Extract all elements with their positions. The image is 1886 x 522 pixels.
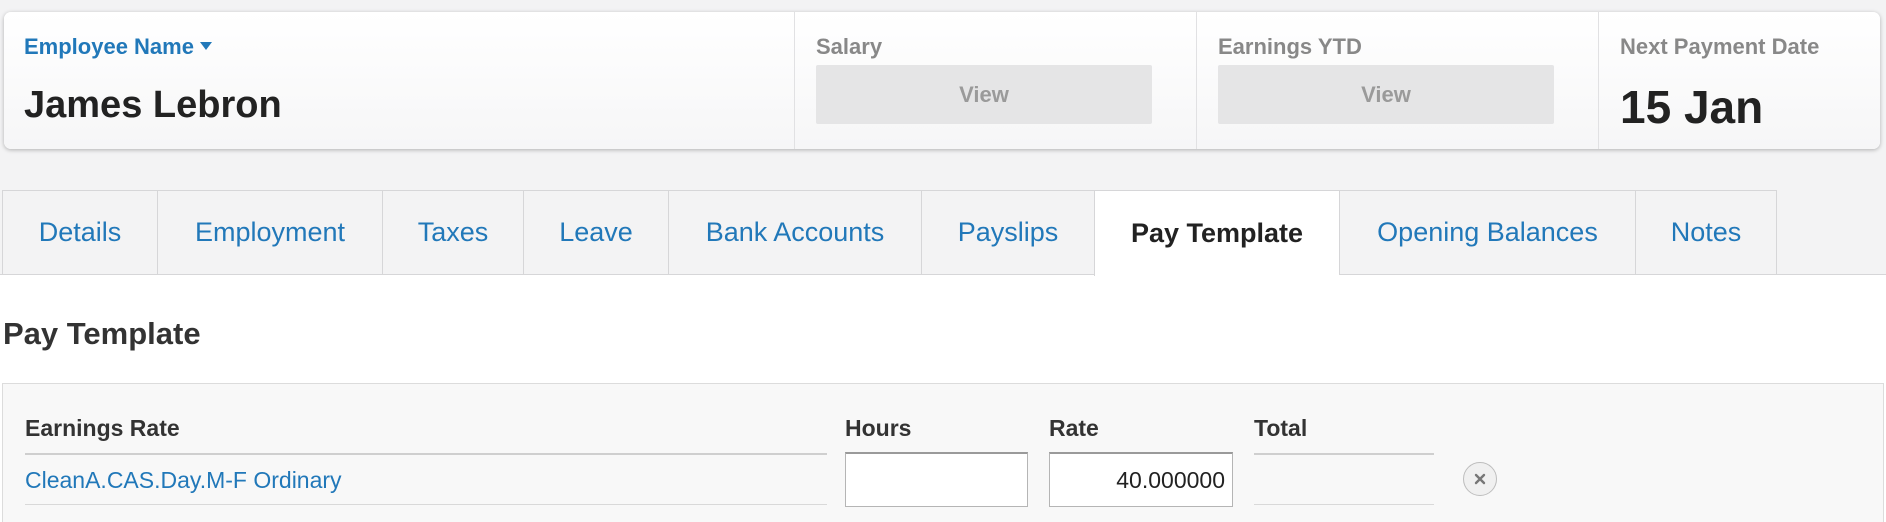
caret-down-icon xyxy=(199,42,212,50)
tab-details[interactable]: Details xyxy=(2,190,157,275)
salary-label: Salary xyxy=(816,34,883,59)
tab-taxes[interactable]: Taxes xyxy=(382,190,523,275)
tab-employment[interactable]: Employment xyxy=(157,190,382,275)
employee-name-section: Employee Name James Lebron xyxy=(4,12,795,149)
tab-notes[interactable]: Notes xyxy=(1635,190,1777,275)
earnings-rate-link[interactable]: CleanA.CAS.Day.M-F Ordinary xyxy=(25,467,342,494)
tab-opening-balances[interactable]: Opening Balances xyxy=(1339,190,1635,275)
salary-section: Salary View xyxy=(795,12,1197,149)
close-icon xyxy=(1474,473,1486,485)
row-divider xyxy=(25,504,827,505)
rate-header: Rate xyxy=(1049,415,1099,441)
next-payment-date: 15 Jan xyxy=(1620,81,1764,133)
tab-pay-template[interactable]: Pay Template xyxy=(1094,190,1339,276)
earnings-rate-header: Earnings Rate xyxy=(25,415,180,441)
hours-header: Hours xyxy=(845,415,912,441)
earnings-ytd-view-button[interactable]: View xyxy=(1218,65,1554,124)
section-title: Pay Template xyxy=(3,316,201,351)
tab-bank-accounts[interactable]: Bank Accounts xyxy=(668,190,921,275)
tab-leave[interactable]: Leave xyxy=(523,190,668,275)
employee-name-dropdown[interactable]: Employee Name xyxy=(24,34,212,60)
total-header: Total xyxy=(1254,415,1308,441)
earnings-ytd-label: Earnings YTD xyxy=(1218,34,1362,59)
total-cell xyxy=(1254,504,1434,505)
rate-input[interactable] xyxy=(1049,452,1233,507)
tab-payslips[interactable]: Payslips xyxy=(921,190,1094,275)
employee-header-card: Employee Name James Lebron Salary View E… xyxy=(4,12,1880,149)
hours-input[interactable] xyxy=(845,452,1028,507)
remove-row-button[interactable] xyxy=(1463,462,1497,496)
employee-tabs: Details Employment Taxes Leave Bank Acco… xyxy=(2,190,1777,276)
next-payment-label: Next Payment Date xyxy=(1620,34,1820,59)
pay-template-panel: Earnings Rate Hours Rate Total CleanA.CA… xyxy=(2,383,1884,522)
employee-name-label: Employee Name xyxy=(24,34,194,59)
earnings-rate-header-underline xyxy=(25,453,827,455)
employee-name: James Lebron xyxy=(24,84,282,126)
total-header-underline xyxy=(1254,453,1434,455)
salary-view-button[interactable]: View xyxy=(816,65,1152,124)
earnings-ytd-section: Earnings YTD View xyxy=(1197,12,1599,149)
next-payment-section: Next Payment Date 15 Jan xyxy=(1599,12,1880,149)
